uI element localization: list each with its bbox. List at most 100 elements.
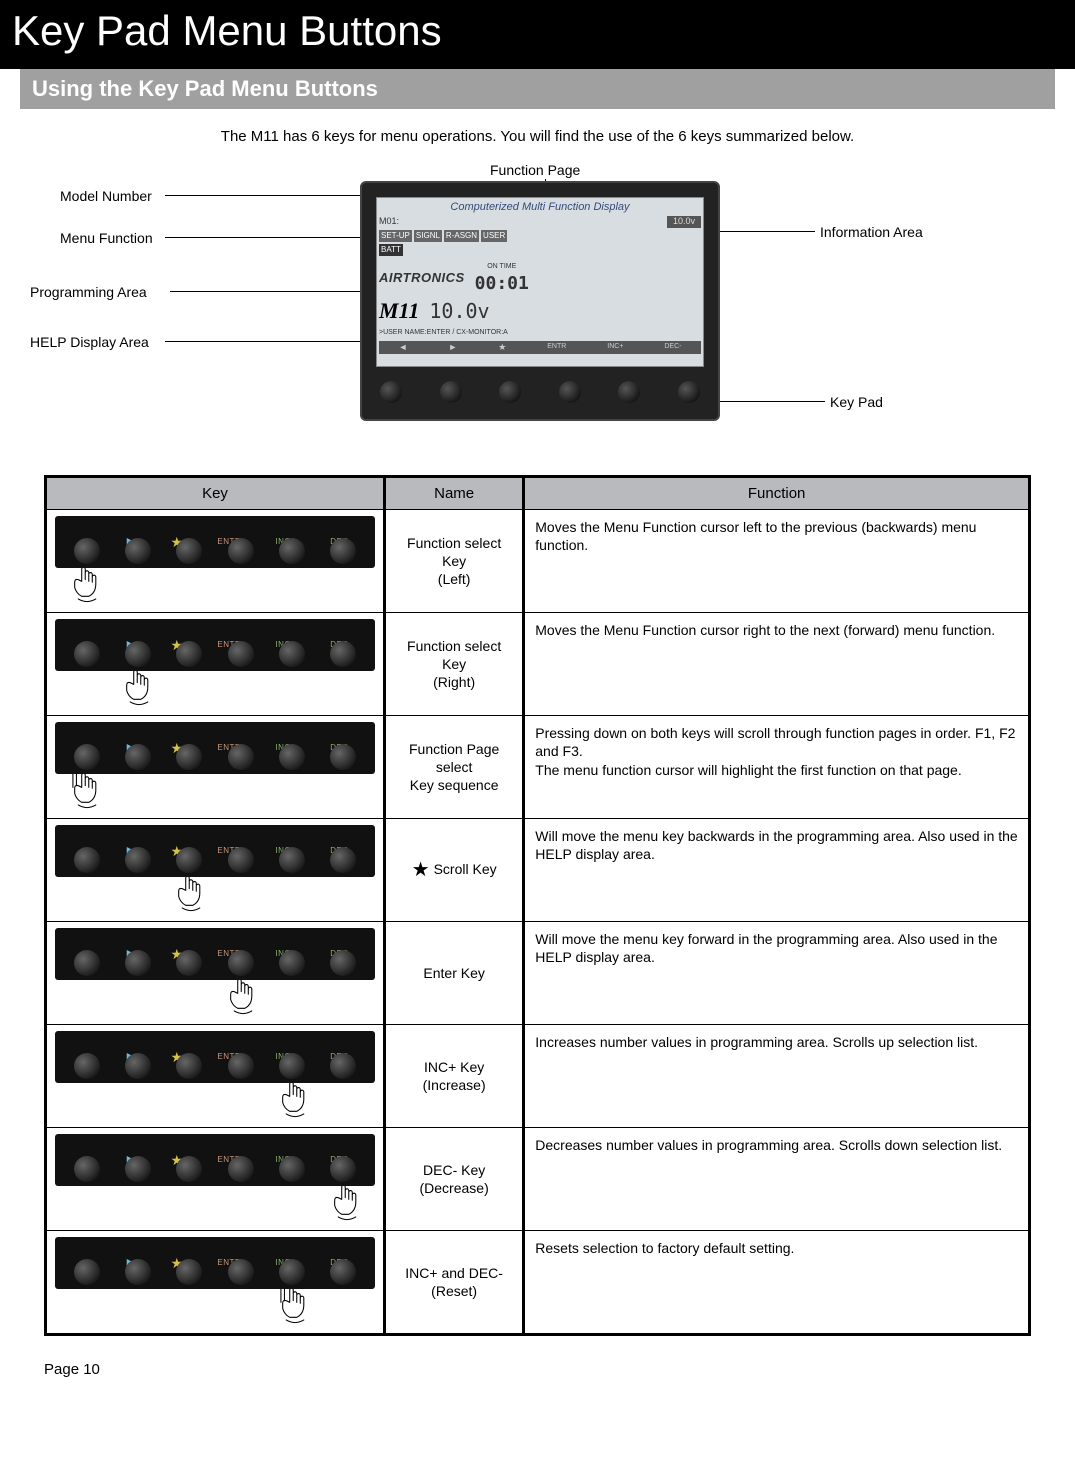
tab-rasgn: R-ASGN: [444, 230, 479, 242]
kp-btn: [176, 1053, 202, 1079]
kp-btn: [176, 744, 202, 770]
key-name: Function select Key (Left): [407, 535, 501, 587]
brand-label: AIRTRONICS: [379, 270, 465, 287]
screen-diagram: Function Page Model Number Menu Function…: [30, 165, 1045, 465]
name-cell: Enter Key: [385, 922, 524, 1025]
kp-btn: [330, 1053, 356, 1079]
pointing-hand-icon: [277, 1077, 313, 1121]
key-cell: ◄ ► ★ ENTR INC+ DEC-: [46, 819, 385, 922]
kp-btn: [125, 1259, 151, 1285]
big-model: M11: [379, 297, 419, 326]
function-cell: Will move the menu key backwards in the …: [524, 819, 1030, 922]
name-cell: INC+ and DEC- (Reset): [385, 1231, 524, 1335]
keypad-graphic: ◄ ► ★ ENTR INC+ DEC-: [55, 825, 375, 877]
kp-btn: [74, 744, 100, 770]
tab-setup: SET-UP: [379, 230, 412, 242]
kp-btn: [330, 641, 356, 667]
kp-btn: [125, 950, 151, 976]
label-function-page: Function Page: [490, 161, 580, 179]
label-programming-area: Programming Area: [30, 283, 147, 301]
pointing-hand-icon: [173, 871, 209, 915]
key-name: INC+ Key (Increase): [423, 1059, 486, 1093]
kp-btn: [279, 847, 305, 873]
label-menu-function: Menu Function: [60, 229, 153, 247]
screen-banner: Computerized Multi Function Display: [379, 200, 701, 214]
kp-btn: [176, 847, 202, 873]
big-volt: 10.0v: [429, 298, 489, 324]
pointing-hand-icon: [225, 974, 261, 1018]
page-title: Key Pad Menu Buttons: [0, 0, 1075, 69]
kp-btn: [279, 950, 305, 976]
kp-btn: [279, 1156, 305, 1182]
table-row: ◄ ► ★ ENTR INC+ DEC- ★Scroll KeyWill mov…: [46, 819, 1030, 922]
name-cell: INC+ Key (Increase): [385, 1025, 524, 1128]
name-cell: Function select Key (Right): [385, 613, 524, 716]
pad-btn: [618, 381, 640, 403]
kp-btn: [330, 950, 356, 976]
pad-btn: [380, 381, 402, 403]
kp-btn: [279, 538, 305, 564]
kp-btn: [330, 847, 356, 873]
table-row: ◄ ► ★ ENTR INC+ DEC- Function Page selec…: [46, 716, 1030, 819]
kp-btn: [228, 1259, 254, 1285]
function-cell: Moves the Menu Function cursor left to t…: [524, 510, 1030, 613]
kp-btn: [74, 1053, 100, 1079]
function-cell: Decreases number values in programming a…: [524, 1128, 1030, 1231]
key-cell: ◄ ► ★ ENTR INC+ DEC-: [46, 1128, 385, 1231]
table-row: ◄ ► ★ ENTR INC+ DEC- Function select Key…: [46, 613, 1030, 716]
kp-btn: [125, 847, 151, 873]
tab-signl: SIGNL: [414, 230, 442, 242]
screen-model: M01:: [379, 216, 399, 228]
kp-btn: [279, 1259, 305, 1285]
kp-btn: [176, 538, 202, 564]
name-cell: Function select Key (Left): [385, 510, 524, 613]
device-screen: Computerized Multi Function Display M01:…: [360, 181, 720, 421]
function-cell: Increases number values in programming a…: [524, 1025, 1030, 1128]
table-row: ◄ ► ★ ENTR INC+ DEC- Function select Key…: [46, 510, 1030, 613]
kp-btn: [74, 950, 100, 976]
keypad-graphic: ◄ ► ★ ENTR INC+ DEC-: [55, 928, 375, 980]
keypad-graphic: ◄ ► ★ ENTR INC+ DEC-: [55, 516, 375, 568]
kp-btn: [125, 641, 151, 667]
name-cell: ★Scroll Key: [385, 819, 524, 922]
kp-btn: [330, 1259, 356, 1285]
kp-btn: [176, 1259, 202, 1285]
key-name: Function Page select Key sequence: [409, 741, 499, 793]
timer-value: 00:01: [475, 272, 529, 295]
key-name: Function select Key (Right): [407, 638, 501, 690]
kp-btn: [176, 950, 202, 976]
keypad-graphic: ◄ ► ★ ENTR INC+ DEC-: [55, 722, 375, 774]
timer-label: ON TIME: [475, 262, 529, 271]
key-cell: ◄ ► ★ ENTR INC+ DEC-: [46, 613, 385, 716]
col-function: Function: [524, 476, 1030, 510]
col-key: Key: [46, 476, 385, 510]
pointing-hand-icon: [329, 1180, 365, 1224]
key-function-table: Key Name Function ◄ ► ★ ENTR INC+ DEC- F…: [44, 475, 1031, 1337]
key-name: DEC- Key (Decrease): [420, 1162, 489, 1196]
name-cell: DEC- Key (Decrease): [385, 1128, 524, 1231]
key-cell: ◄ ► ★ ENTR INC+ DEC-: [46, 922, 385, 1025]
table-row: ◄ ► ★ ENTR INC+ DEC- DEC- Key (Decrease)…: [46, 1128, 1030, 1231]
pad-btn: [678, 381, 700, 403]
pointing-hand-icon: [121, 665, 157, 709]
kp-btn: [74, 1156, 100, 1182]
kp-btn: [330, 538, 356, 564]
col-name: Name: [385, 476, 524, 510]
kp-btn: [228, 641, 254, 667]
key-cell: ◄ ► ★ ENTR INC+ DEC-: [46, 1025, 385, 1128]
keypad-graphic: ◄ ► ★ ENTR INC+ DEC-: [55, 619, 375, 671]
kp-btn: [125, 1053, 151, 1079]
kp-btn: [74, 641, 100, 667]
key-name: Scroll Key: [434, 861, 497, 877]
pointing-hand-icon: [69, 768, 105, 812]
kp-btn: [125, 538, 151, 564]
key-cell: ◄ ► ★ ENTR INC+ DEC-: [46, 1231, 385, 1335]
kp-btn: [228, 1156, 254, 1182]
kp-btn: [228, 950, 254, 976]
star-icon: ★: [412, 859, 430, 881]
key-name: Enter Key: [423, 965, 484, 981]
table-row: ◄ ► ★ ENTR INC+ DEC- INC+ Key (Increase)…: [46, 1025, 1030, 1128]
function-cell: Resets selection to factory default sett…: [524, 1231, 1030, 1335]
function-cell: Moves the Menu Function cursor right to …: [524, 613, 1030, 716]
kp-btn: [228, 538, 254, 564]
